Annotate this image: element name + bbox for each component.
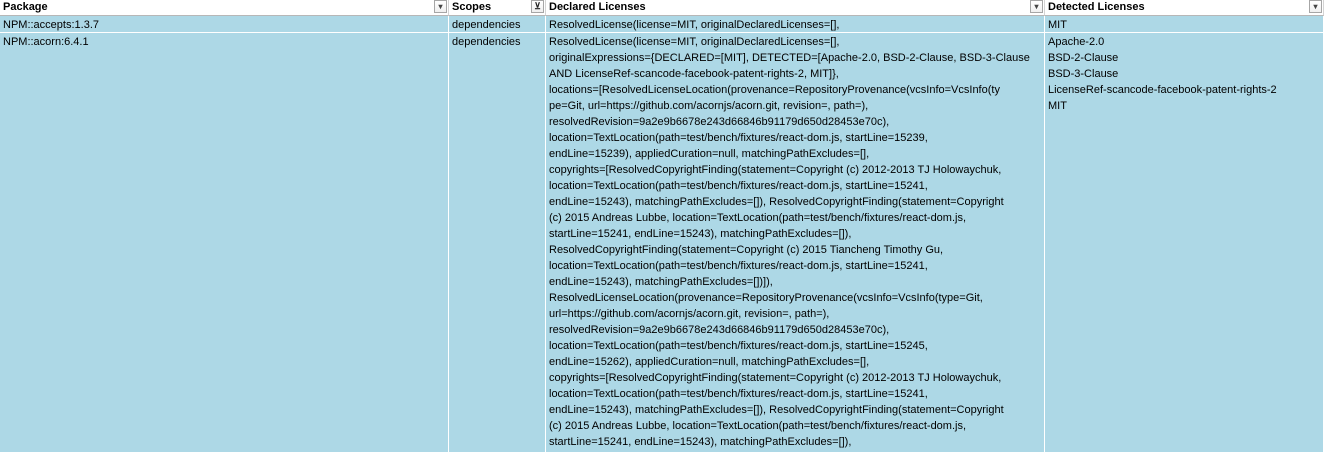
column-header-declared-licenses[interactable]: Declared Licenses ▾ [546, 0, 1045, 16]
cell-declared-licenses[interactable]: ResolvedLicense(license=MIT, originalDec… [546, 16, 1045, 33]
filter-dropdown-icon[interactable]: ▾ [1030, 0, 1043, 13]
cell-scopes[interactable]: dependencies [449, 16, 546, 33]
cell-detected-licenses[interactable]: Apache-2.0 BSD-2-Clause BSD-3-Clause Lic… [1045, 33, 1324, 453]
column-header-detected-licenses[interactable]: Detected Licenses ▾ [1045, 0, 1324, 16]
filter-dropdown-icon[interactable]: ▾ [434, 0, 447, 13]
cell-detected-licenses[interactable]: MIT [1045, 16, 1324, 33]
column-header-label: Declared Licenses [549, 1, 646, 13]
license-table: Package ▾ Scopes ⊻ Declared Licenses ▾ D… [0, 0, 1324, 453]
column-header-package[interactable]: Package ▾ [0, 0, 449, 16]
cell-package[interactable]: NPM::acorn:6.4.1 [0, 33, 449, 453]
spreadsheet: Package ▾ Scopes ⊻ Declared Licenses ▾ D… [0, 0, 1324, 453]
filter-active-icon[interactable]: ⊻ [531, 0, 544, 13]
column-header-scopes[interactable]: Scopes ⊻ [449, 0, 546, 16]
filter-dropdown-icon[interactable]: ▾ [1309, 0, 1322, 13]
cell-package[interactable]: NPM::accepts:1.3.7 [0, 16, 449, 33]
cell-scopes[interactable]: dependencies [449, 33, 546, 453]
column-header-label: Detected Licenses [1048, 1, 1145, 13]
column-header-label: Package [3, 1, 48, 13]
cell-declared-licenses[interactable]: ResolvedLicense(license=MIT, originalDec… [546, 33, 1045, 453]
column-header-label: Scopes [452, 1, 492, 13]
